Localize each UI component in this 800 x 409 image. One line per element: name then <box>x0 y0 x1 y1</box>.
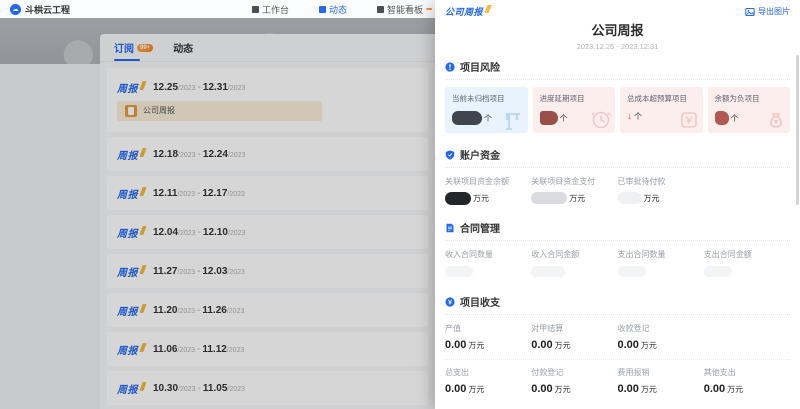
workbench-icon <box>252 6 259 13</box>
redacted-value <box>618 266 646 277</box>
menu-item-workbench[interactable]: 工作台 <box>252 3 289 16</box>
drawer-date-range: 2023.12.25 - 2023.12.31 <box>435 42 800 51</box>
metric: 收入合同金额 <box>531 249 617 278</box>
export-image-button[interactable]: 导出图片 <box>745 6 790 17</box>
redacted-value <box>531 192 567 204</box>
redacted-value <box>445 266 473 277</box>
income-row-1: 产值 0.00万元 对甲结算 0.00万元 收款登记 0.00万元 <box>445 323 790 352</box>
metric: 其他支出 0.00万元 <box>704 367 790 396</box>
metric: 关联项目资金余额 万元 <box>445 176 531 205</box>
drawer-brand-tag: 公司周报 <box>445 5 490 18</box>
metric: 支出合同金额 <box>704 249 790 278</box>
smart-board-icon <box>377 6 384 13</box>
app-title: 斗栱云工程 <box>25 3 70 16</box>
risk-warning-icon <box>445 62 455 72</box>
money-bag-icon <box>765 109 787 131</box>
metric: 付款登记 0.00万元 <box>531 367 617 396</box>
metric: 支出合同数量 <box>618 249 704 278</box>
smart-board-badge <box>426 8 432 10</box>
menu-item-smart-board[interactable]: 智能看板 <box>377 3 432 16</box>
shield-icon <box>445 150 455 160</box>
top-menu: 工作台 动态 智能看板 <box>252 0 432 18</box>
risk-card-negative-balance: 余额为负项目 个 <box>708 87 791 133</box>
risk-cards: 当前未归档项目 个 进度延期项目 个 总成本超预算项目 ↓个 余额为负项目 个 <box>445 87 790 133</box>
section-project-income-expense: 项目收支 <box>445 294 790 315</box>
redacted-value <box>618 192 642 204</box>
redacted-value <box>445 192 471 205</box>
metric: 收入合同数量 <box>445 249 531 278</box>
redacted-value <box>704 266 732 277</box>
modal-dim-overlay[interactable] <box>0 18 435 409</box>
redacted-value <box>715 111 729 125</box>
income-row-2: 总支出 0.00万元 付款登记 0.00万元 费用报销 0.00万元 其他支出 … <box>445 367 790 396</box>
app-logo-icon: ☁ <box>10 4 21 15</box>
section-contract-management: 合同管理 <box>445 220 790 241</box>
risk-card-schedule-delay: 进度延期项目 个 <box>533 87 616 133</box>
crane-icon <box>503 109 525 131</box>
metric: 产值 0.00万元 <box>445 323 531 352</box>
redacted-value <box>531 266 565 277</box>
metric: 关联项目资金支付 万元 <box>531 176 617 205</box>
yen-badge-icon <box>678 109 700 131</box>
drawer-scrollbar[interactable] <box>796 55 799 205</box>
funds-metrics: 关联项目资金余额 万元 关联项目资金支付 万元 已审批待付款 万元 <box>445 176 790 205</box>
metric: 对甲结算 0.00万元 <box>531 323 617 352</box>
coin-icon <box>445 297 455 307</box>
section-project-risk: 项目风险 <box>445 59 790 80</box>
drawer-title: 公司周报 <box>435 20 800 39</box>
metric: 总支出 0.00万元 <box>445 367 531 396</box>
export-image-icon <box>745 7 755 17</box>
metric: 费用报销 0.00万元 <box>618 367 704 396</box>
divider <box>445 359 790 360</box>
menu-item-activity[interactable]: 动态 <box>319 3 347 16</box>
redacted-value <box>452 111 482 125</box>
down-arrow: ↓ <box>627 112 632 122</box>
redacted-value <box>540 111 558 125</box>
metric: 收款登记 0.00万元 <box>618 323 704 352</box>
clock-icon <box>590 109 612 131</box>
section-account-funds: 账户资金 <box>445 147 790 168</box>
risk-card-over-budget: 总成本超预算项目 ↓个 <box>620 87 703 133</box>
metric: 已审批待付款 万元 <box>618 176 704 205</box>
contract-doc-icon <box>445 223 455 233</box>
risk-card-unarchived: 当前未归档项目 个 <box>445 87 528 133</box>
company-weekly-report-drawer: 公司周报 导出图片 公司周报 2023.12.25 - 2023.12.31 项… <box>435 0 800 409</box>
activity-icon <box>319 6 326 13</box>
contract-metrics: 收入合同数量 收入合同金额 支出合同数量 支出合同金额 <box>445 249 790 278</box>
